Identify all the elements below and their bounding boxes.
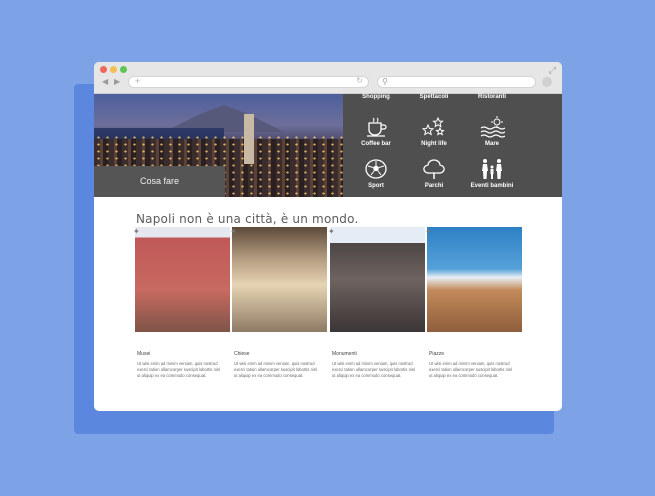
- waves-sun-icon: [480, 116, 505, 138]
- menu-item-label: Parchi: [424, 183, 444, 189]
- piazze-photo: [427, 227, 522, 332]
- menu-item-night-life[interactable]: Night life: [401, 116, 467, 147]
- cosa-fare-caption[interactable]: Cosa fare: [94, 166, 225, 197]
- stars-icon: [421, 116, 445, 136]
- hero-image: Cosa fare: [94, 94, 343, 197]
- add-tab-icon[interactable]: +: [135, 76, 140, 86]
- menu-item-shopping[interactable]: Shopping: [343, 94, 409, 100]
- bookmark-icon[interactable]: ✦: [230, 227, 237, 236]
- card-title: Musei: [137, 351, 151, 357]
- chiese-photo: [232, 227, 327, 332]
- musei-photo: [135, 227, 230, 332]
- card-text: Ut wisi enim ad minim veniam, quis nostr…: [332, 361, 415, 378]
- menu-item-coffee-bar[interactable]: Coffee bar: [343, 116, 409, 147]
- menu-item-label: Mare: [484, 141, 499, 147]
- menu-item-ristoranti[interactable]: Ristoranti: [459, 94, 525, 100]
- browser-toolbar: ⤢ ◀ ▶ + ↻ ⚲: [94, 62, 562, 94]
- menu-item-label: Coffee bar: [361, 141, 391, 147]
- extension-button[interactable]: [542, 77, 552, 87]
- forward-arrow-icon[interactable]: ▶: [114, 77, 120, 86]
- coffee-cup-icon: [367, 117, 387, 137]
- menu-item-eventi-bambini[interactable]: Eventi bambini: [459, 158, 525, 189]
- menu-item-label: Sport: [368, 183, 384, 189]
- maximize-window-button[interactable]: [120, 66, 127, 73]
- search-icon: ⚲: [382, 77, 388, 86]
- monumenti-photo: [330, 227, 425, 332]
- close-window-button[interactable]: [100, 66, 107, 73]
- bookmark-icon[interactable]: ✦: [425, 227, 432, 236]
- card-text: Ut wisi enim ad minim veniam, quis nostr…: [429, 361, 512, 378]
- card-text: Ut wisi enim ad minim veniam, quis nostr…: [137, 361, 220, 378]
- menu-item-label: Eventi bambini: [470, 183, 514, 189]
- address-bar[interactable]: + ↻: [128, 76, 369, 88]
- browser-window: ⤢ ◀ ▶ + ↻ ⚲ Cosa fare Shopping Spettacol…: [94, 62, 562, 411]
- family-icon: [482, 159, 502, 179]
- menu-item-sport[interactable]: Sport: [343, 158, 409, 189]
- menu-item-spettacoli[interactable]: Spettacoli: [401, 94, 467, 100]
- fullscreen-icon[interactable]: ⤢: [549, 65, 556, 76]
- menu-item-parchi[interactable]: Parchi: [401, 158, 467, 189]
- tree-icon: [423, 159, 445, 179]
- reload-icon[interactable]: ↻: [356, 76, 363, 85]
- page-title: Napoli non è una città, è un mondo.: [136, 212, 359, 226]
- card-title: Piazze: [429, 351, 445, 357]
- card-title: Monumenti: [332, 351, 357, 357]
- bookmark-icon[interactable]: ✦: [133, 227, 140, 236]
- bookmark-icon[interactable]: ✦: [328, 227, 335, 236]
- category-menu: Shopping Spettacoli Ristoranti Coffee ba…: [343, 94, 562, 197]
- soccer-ball-icon: [365, 159, 387, 179]
- minimize-window-button[interactable]: [110, 66, 117, 73]
- search-input[interactable]: ⚲: [377, 76, 536, 88]
- card-title: Chiese: [234, 351, 250, 357]
- card-text: Ut wisi enim ad minim veniam, quis nostr…: [234, 361, 317, 378]
- menu-item-label: Night life: [421, 141, 447, 147]
- back-arrow-icon[interactable]: ◀: [102, 77, 108, 86]
- menu-item-mare[interactable]: Mare: [459, 116, 525, 147]
